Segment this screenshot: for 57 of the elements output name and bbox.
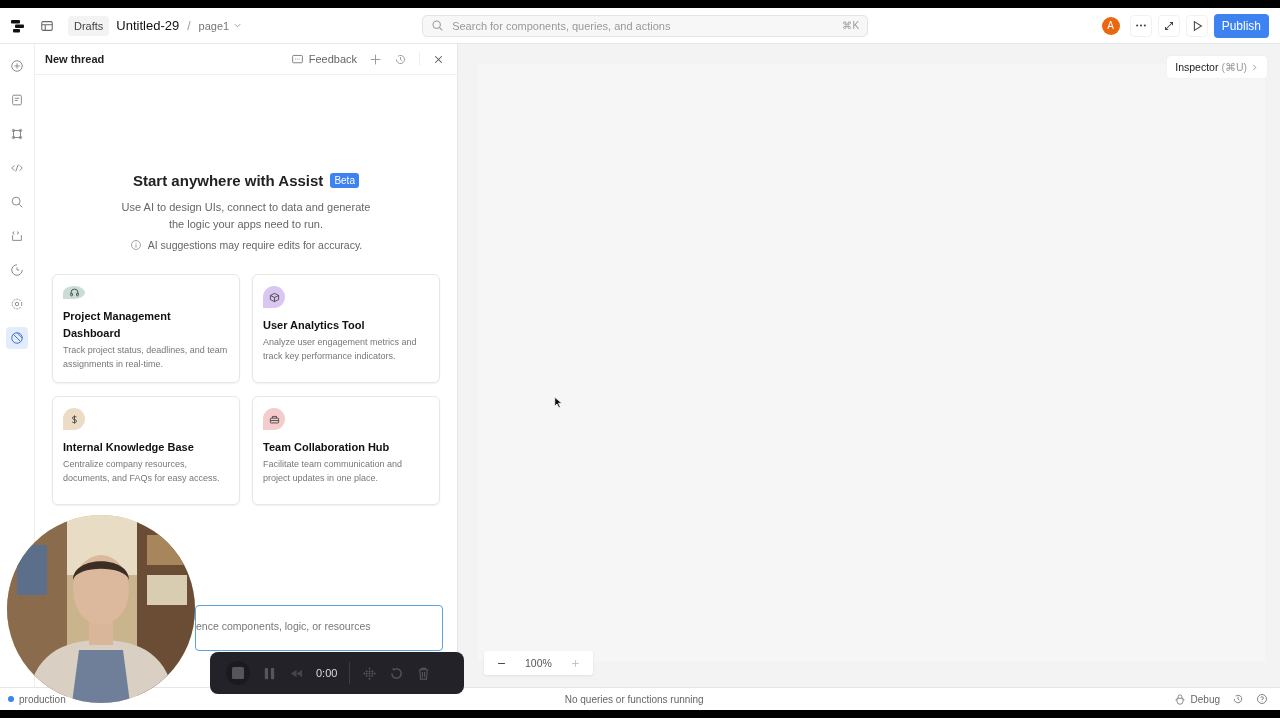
stop-icon[interactable]	[226, 661, 250, 685]
card-title: Internal Knowledge Base	[63, 440, 194, 455]
cursor-icon	[554, 396, 563, 409]
restart-icon[interactable]	[389, 665, 405, 681]
expand-button[interactable]	[1157, 14, 1180, 37]
status-message: No queries or functions running	[563, 693, 705, 705]
inspector-button[interactable]: Inspector (⌘U)	[1167, 56, 1267, 78]
history-icon[interactable]	[1232, 693, 1244, 705]
drafts-button[interactable]: Drafts	[68, 15, 110, 36]
search-icon	[431, 19, 445, 32]
feedback-button[interactable]: Feedback	[290, 52, 357, 66]
bug-icon	[1173, 693, 1186, 705]
pause-icon[interactable]	[262, 665, 277, 681]
zoom-level: 100%	[525, 657, 552, 669]
template-card[interactable]: User Analytics Tool Analyze user engagement metrics and track key performance indicators.	[252, 274, 440, 383]
notice-text: AI suggestions may require edits for accuracy.	[147, 239, 363, 251]
recording-time: 0:00	[316, 667, 338, 679]
chevron-down-icon	[233, 21, 243, 30]
intro-text: Use AI to design UIs, connect to data and generate the logic your apps need to run.	[120, 200, 372, 232]
page-selector[interactable]: page1	[198, 19, 243, 32]
card-description: Facilitate team communication and project updates in one place.	[263, 458, 404, 485]
help-icon[interactable]	[1256, 693, 1268, 705]
logo-icon[interactable]	[10, 17, 26, 34]
app-title: Untitled-29	[116, 18, 180, 33]
card-description: Track project status, deadlines, and team assignments in real-time.	[63, 344, 229, 371]
layout-icon[interactable]	[40, 18, 54, 33]
message-icon	[290, 52, 304, 66]
card-description: Analyze user engagement metrics and track key performance indicators.	[263, 336, 418, 363]
history-icon[interactable]	[394, 52, 407, 66]
template-card[interactable]: Project Management Dashboard Track project status, deadlines, and team assignments in real-time.	[52, 274, 240, 383]
beta-badge: Beta	[330, 173, 359, 188]
assist-heading: Start anywhere with Assist	[133, 172, 324, 189]
prompt-field[interactable]: ence components, logic, or resources	[195, 605, 443, 651]
card-title: Team Collaboration Hub	[263, 440, 390, 455]
chevron-right-icon	[1250, 62, 1259, 72]
prompt-placeholder: ence components, logic, or resources	[196, 620, 371, 632]
breadcrumb-separator: /	[187, 18, 191, 33]
card-title: User Analytics Tool	[263, 318, 365, 333]
zoom-in-icon[interactable]	[569, 657, 581, 669]
ellipsis-icon	[1135, 24, 1146, 27]
user-avatar[interactable]: A	[1101, 16, 1120, 35]
more-button[interactable]	[1129, 14, 1152, 37]
card-description: Centralize company resources, documents, and FAQs for easy access.	[63, 458, 221, 485]
template-card[interactable]: Internal Knowledge Base Centralize company resources, documents, and FAQs for easy access.	[52, 396, 240, 505]
environment-label[interactable]: production	[19, 693, 66, 705]
template-card[interactable]: Team Collaboration Hub Facilitate team communication and project updates in one place.	[252, 396, 440, 505]
search-input[interactable]: Search for components, queries, and actions	[450, 18, 837, 33]
debug-button[interactable]: Debug	[1173, 693, 1220, 705]
shortcut-hint: ⌘K	[842, 20, 860, 31]
card-title: Project Management Dashboard	[63, 309, 172, 341]
grid-icon[interactable]	[362, 665, 378, 681]
plus-icon[interactable]	[369, 52, 382, 66]
publish-button[interactable]: Publish	[1213, 13, 1269, 38]
play-button[interactable]	[1185, 14, 1208, 37]
compass-icon[interactable]	[6, 327, 28, 349]
info-icon	[129, 239, 142, 251]
thread-title: New thread	[45, 53, 106, 65]
